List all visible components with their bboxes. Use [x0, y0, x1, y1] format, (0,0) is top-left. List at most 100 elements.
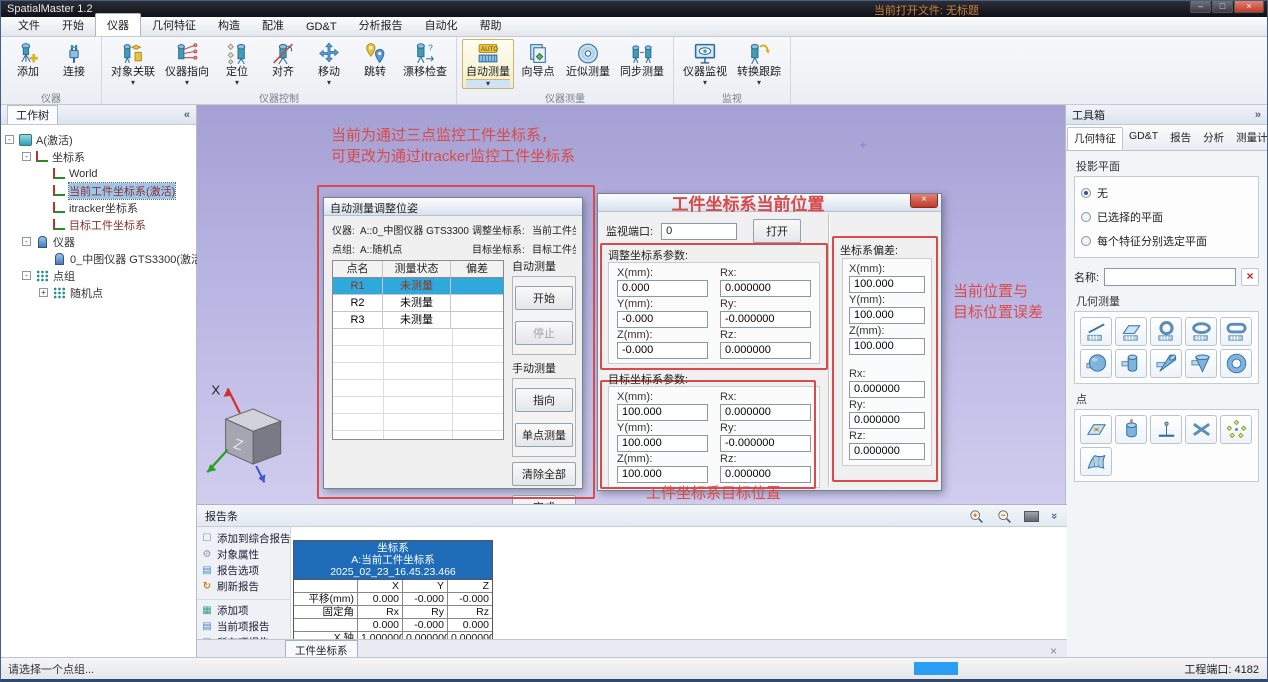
param-input[interactable]: 0.000000 — [720, 466, 811, 483]
tree-item[interactable]: +随机点 — [1, 284, 196, 301]
intersection-point-button[interactable] — [1185, 415, 1217, 444]
menu-tab-instrument[interactable]: 仪器 — [95, 13, 141, 36]
param-input[interactable]: -0.000000 — [720, 435, 811, 452]
report-close-icon[interactable]: × — [1050, 644, 1057, 658]
param-input[interactable]: 0.000 — [617, 280, 708, 297]
toolbox-tab-geometry[interactable]: 几何特征 — [1067, 127, 1123, 150]
tree-item[interactable]: 当前工件坐标系(激活) — [1, 182, 196, 199]
menu-tab-construct[interactable]: 构造 — [207, 14, 251, 36]
ribbon-button-object-link[interactable]: 对象关联▾ — [107, 39, 159, 89]
tree-expander-icon[interactable]: - — [5, 135, 14, 144]
tree-expander-icon[interactable]: + — [39, 288, 48, 297]
clear-name-icon[interactable]: × — [1241, 268, 1259, 286]
param-input[interactable]: 100.000 — [849, 307, 925, 324]
minimize-button[interactable]: – — [1190, 1, 1211, 13]
ribbon-button-locate[interactable]: 定位▾ — [215, 39, 259, 89]
measure-cylinder-button[interactable] — [1115, 349, 1147, 378]
point-on-cylinder-button[interactable] — [1115, 415, 1147, 444]
tree-item[interactable]: -仪器 — [1, 233, 196, 250]
ribbon-button-jump[interactable]: 跳转 — [353, 39, 397, 89]
ribbon-button-drift-check[interactable]: 漂移检查 — [399, 39, 451, 89]
collapse-panel-icon[interactable]: « — [184, 109, 190, 121]
table-row[interactable]: R3未测量 — [333, 312, 503, 329]
param-input[interactable]: 0.000000 — [720, 342, 811, 359]
measure-torus-button[interactable] — [1220, 349, 1252, 378]
param-input[interactable]: 0.000000 — [849, 412, 925, 429]
param-input[interactable]: 100.000 — [849, 338, 925, 355]
table-row[interactable]: R2未测量 — [333, 295, 503, 312]
projection-option[interactable]: 无 — [1081, 185, 1252, 201]
ribbon-button-align[interactable]: 对齐 — [261, 39, 305, 89]
measure-ellipse-button[interactable] — [1185, 317, 1217, 346]
param-input[interactable]: 0.000000 — [849, 381, 925, 398]
param-input[interactable]: 0.000000 — [720, 404, 811, 421]
param-input[interactable]: 100.000 — [617, 466, 708, 483]
menu-tab-start[interactable]: 开始 — [51, 14, 95, 36]
measure-circle-button[interactable] — [1150, 317, 1182, 346]
ribbon-button-instrument-monitor[interactable]: 仪器监视▾ — [679, 39, 731, 89]
param-input[interactable]: 100.000 — [617, 404, 708, 421]
done-button[interactable]: 完成 — [512, 495, 576, 504]
tree-item[interactable]: -A(激活) — [1, 131, 196, 148]
close-button[interactable]: × — [1234, 1, 1264, 13]
report-sidebar-item[interactable]: ▦添加项 — [197, 599, 290, 618]
toolbox-tab-gdt[interactable]: GD&T — [1123, 127, 1164, 150]
ribbon-button-guide-point[interactable]: 向导点 — [516, 39, 560, 89]
ribbon-button-auto-measure[interactable]: 自动测量▾ — [462, 39, 514, 89]
table-row[interactable]: R1未测量 — [333, 278, 503, 295]
report-sidebar-item[interactable]: ▤当前项报告 — [197, 618, 290, 634]
maximize-button[interactable]: □ — [1212, 1, 1233, 13]
toolbox-tab-measure-plan[interactable]: 测量计划 — [1230, 127, 1268, 150]
point-on-line-button[interactable] — [1150, 415, 1182, 444]
stop-button[interactable]: 停止 — [515, 321, 573, 345]
tree-expander-icon[interactable]: - — [22, 271, 31, 280]
report-sidebar-item[interactable]: ⚙对象属性 — [197, 546, 290, 562]
ribbon-button-transform-tracking[interactable]: 转换跟踪▾ — [733, 39, 785, 89]
report-sidebar-item[interactable]: ↻刷新报告 — [197, 578, 290, 594]
tree-item[interactable]: World — [1, 165, 196, 182]
menu-tab-help[interactable]: 帮助 — [469, 14, 513, 36]
ribbon-button-move[interactable]: 移动▾ — [307, 39, 351, 89]
view-cube[interactable]: X Z — [197, 377, 297, 497]
menu-tab-automation[interactable]: 自动化 — [414, 14, 469, 36]
measure-line-button[interactable] — [1080, 317, 1112, 346]
measure-sphere-button[interactable] — [1080, 349, 1112, 378]
projection-option[interactable]: 每个特征分别选定平面 — [1081, 233, 1252, 249]
dialog-close-button[interactable]: × — [910, 194, 938, 208]
zoom-in-icon[interactable] — [968, 508, 984, 524]
clear-all-button[interactable]: 清除全部 — [512, 462, 576, 486]
ribbon-button-instrument-pointing[interactable]: 仪器指向▾ — [161, 39, 213, 89]
menu-tab-registration[interactable]: 配准 — [251, 14, 295, 36]
param-input[interactable]: -0.000000 — [720, 311, 811, 328]
surface-points-button[interactable] — [1080, 447, 1112, 476]
start-button[interactable]: 开始 — [515, 286, 573, 310]
menu-tab-analysis-report[interactable]: 分析报告 — [348, 14, 414, 36]
param-input[interactable]: 0.000000 — [849, 443, 925, 460]
tree-item[interactable]: -点组 — [1, 267, 196, 284]
ribbon-button-connect[interactable]: 连接 — [52, 39, 96, 89]
menu-tab-file[interactable]: 文件 — [7, 14, 51, 36]
menu-tab-gdt[interactable]: GD&T — [295, 18, 348, 36]
display-mode-icon[interactable] — [1024, 511, 1039, 522]
collapse-report-icon[interactable]: » — [1048, 513, 1060, 519]
point-to-button[interactable]: 指向 — [515, 388, 573, 412]
tree-item[interactable]: -坐标系 — [1, 148, 196, 165]
measure-cone-tilted-button[interactable] — [1150, 349, 1182, 378]
tree-expander-icon[interactable]: - — [22, 152, 31, 161]
measure-plane-button[interactable] — [1115, 317, 1147, 346]
viewport-canvas[interactable]: 当前为通过三点监控工件坐标系， 可更改为通过itracker监控工件坐标系 + … — [197, 105, 1067, 504]
report-sidebar-item[interactable]: ▤报告选项 — [197, 562, 290, 578]
tree-item[interactable]: 0_中图仪器 GTS3300(激活) — [1, 250, 196, 267]
projection-option[interactable]: 已选择的平面 — [1081, 209, 1252, 225]
param-input[interactable]: 0.000000 — [720, 280, 811, 297]
param-input[interactable]: 100.000 — [849, 276, 925, 293]
tree-item[interactable]: itracker坐标系 — [1, 199, 196, 216]
measure-cone-button[interactable] — [1185, 349, 1217, 378]
param-input[interactable]: 100.000 — [617, 435, 708, 452]
ribbon-button-add[interactable]: 添加 — [6, 39, 50, 89]
tree-item[interactable]: 目标工件坐标系 — [1, 216, 196, 233]
single-point-measure-button[interactable]: 单点测量 — [515, 423, 573, 447]
zoom-out-icon[interactable] — [996, 508, 1012, 524]
param-input[interactable]: -0.000 — [617, 311, 708, 328]
ribbon-button-sync-measure[interactable]: 同步测量 — [616, 39, 668, 89]
